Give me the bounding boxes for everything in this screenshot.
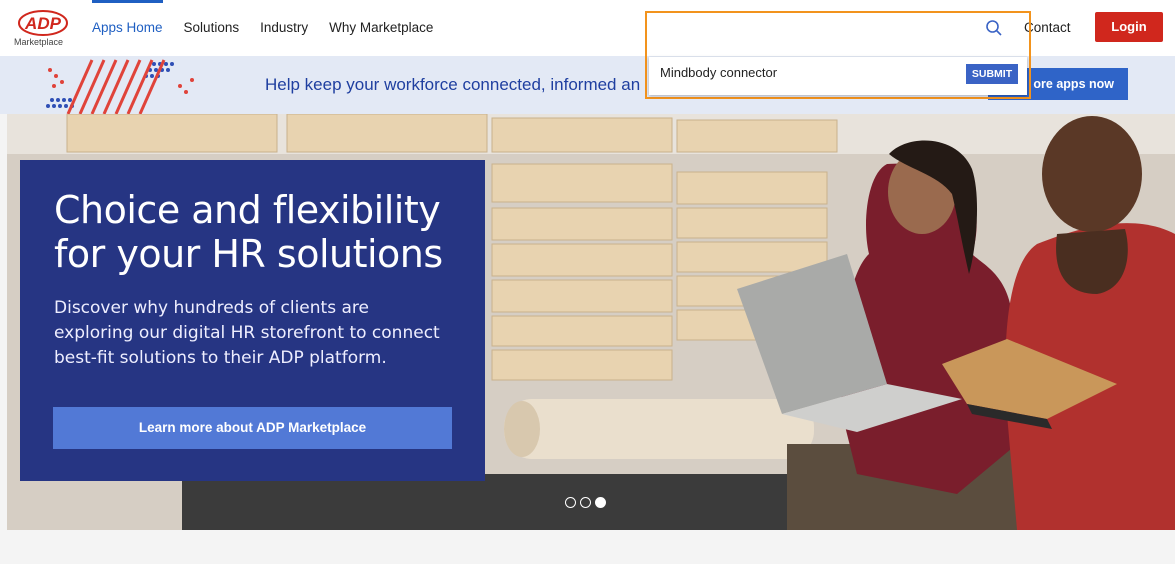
nav-industry[interactable]: Industry: [260, 0, 308, 56]
learn-more-button[interactable]: Learn more about ADP Marketplace: [53, 407, 452, 449]
carousel-dot-2[interactable]: [580, 497, 591, 508]
submit-button[interactable]: SUBMIT: [966, 64, 1018, 84]
nav-why-marketplace[interactable]: Why Marketplace: [329, 0, 433, 56]
carousel-indicators: [565, 497, 610, 508]
suggestion-text[interactable]: Mindbody connector: [660, 57, 777, 89]
nav-apps-home[interactable]: Apps Home: [92, 0, 163, 56]
search-suggestion[interactable]: Mindbody connector SUBMIT: [649, 57, 1027, 95]
hero-description: Discover why hundreds of clients are exp…: [54, 298, 440, 368]
svg-text:ADP: ADP: [24, 14, 62, 33]
banner-pattern: [46, 59, 194, 114]
search-icon[interactable]: [985, 19, 1003, 37]
carousel-dot-3[interactable]: [595, 497, 606, 508]
login-button[interactable]: Login: [1095, 12, 1163, 42]
logo-subtitle: Marketplace: [14, 37, 64, 47]
carousel-dot-1[interactable]: [565, 497, 576, 508]
nav-solutions[interactable]: Solutions: [184, 0, 240, 56]
hero-title-line2: for your HR solutions: [54, 232, 443, 276]
adp-logo[interactable]: ADP Marketplace: [14, 10, 74, 50]
banner-message: Help keep your workforce connected, info…: [265, 75, 641, 94]
hero-panel: Choice and flexibility for your HR solut…: [20, 160, 485, 481]
main-nav: Apps Home Solutions Industry Why Marketp…: [92, 0, 454, 56]
adp-logo-icon: ADP: [18, 10, 68, 36]
hero-title-line1: Choice and flexibility: [54, 188, 441, 232]
hero-title: Choice and flexibility for your HR solut…: [54, 188, 451, 276]
